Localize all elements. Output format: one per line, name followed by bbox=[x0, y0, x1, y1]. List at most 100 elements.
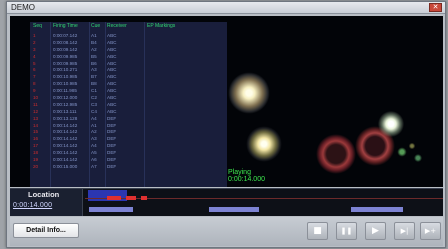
table-cell-seq: 17 bbox=[33, 143, 39, 149]
table-cell-receiver: ABC bbox=[107, 101, 117, 107]
close-button[interactable]: ✕ bbox=[429, 3, 442, 12]
table-cell-receiver: ABC bbox=[107, 67, 117, 73]
table-row[interactable]: 7 0:00:10.985 B7 ABC bbox=[30, 74, 227, 81]
table-row[interactable]: 19 0:00:14.142 A6 DEF bbox=[30, 157, 227, 164]
table-row[interactable]: 4 0:00:09.985 B5 ABC bbox=[30, 54, 227, 61]
table-row[interactable]: 11 0:00:12.985 C3 ABC bbox=[30, 102, 227, 109]
table-row[interactable]: 9 0:00:11.985 C1 ABC bbox=[30, 88, 227, 95]
playback-status: Playing 0:00:14.000 bbox=[228, 169, 265, 183]
table-cell-cue: A6 bbox=[91, 157, 97, 163]
table-cell-time: 0:00:14.142 bbox=[53, 136, 78, 142]
table-cell-time: 0:00:14.142 bbox=[53, 143, 78, 149]
table-cell-time: 0:00:15.000 bbox=[53, 163, 78, 169]
timeline-cue-marker[interactable] bbox=[107, 196, 121, 200]
playback-state: Playing bbox=[228, 169, 251, 176]
table-cell-cue: B7 bbox=[91, 74, 97, 80]
table-cell-receiver: DEF bbox=[107, 150, 117, 156]
timeline-segment[interactable] bbox=[209, 207, 259, 212]
timeline-segment[interactable] bbox=[89, 207, 133, 212]
table-cell-time: 0:00:09.985 bbox=[53, 53, 78, 59]
timeline-segment[interactable] bbox=[351, 207, 403, 212]
table-cell-cue: C1 bbox=[91, 88, 97, 94]
table-cell-time: 0:00:13.128 bbox=[53, 115, 78, 121]
table-cell-cue: A7 bbox=[91, 163, 97, 169]
table-row[interactable]: 6 0:00:10.271 A3 ABC bbox=[30, 67, 227, 74]
table-cell-seq: 10 bbox=[33, 95, 39, 101]
table-cell-receiver: DEF bbox=[107, 143, 117, 149]
table-row[interactable]: 15 0:00:14.142 A2 DEF bbox=[30, 129, 227, 136]
table-cell-seq: 4 bbox=[33, 53, 36, 59]
table-cell-seq: 2 bbox=[33, 39, 36, 45]
header-ep-markings: EP Markings bbox=[147, 23, 176, 29]
firing-table: Seq Firing Time Cue Receiver EP Markings… bbox=[30, 22, 227, 187]
table-cell-seq: 20 bbox=[33, 163, 39, 169]
table-cell-time: 0:00:11.985 bbox=[53, 88, 77, 94]
table-cell-time: 0:00:14.142 bbox=[53, 122, 78, 128]
pause-button[interactable]: ❚❚ bbox=[336, 222, 357, 240]
table-cell-time: 0:00:14.142 bbox=[53, 150, 78, 156]
table-cell-cue: B8 bbox=[91, 81, 97, 87]
timeline-cue-marker[interactable] bbox=[126, 196, 136, 200]
table-cell-receiver: DEF bbox=[107, 115, 117, 121]
table-cell-receiver: ABC bbox=[107, 33, 117, 38]
next-button[interactable]: ▶| bbox=[394, 222, 415, 240]
table-row[interactable]: 8 0:00:10.985 B8 ABC bbox=[30, 81, 227, 88]
firework-burst bbox=[314, 132, 358, 176]
table-cell-seq: 7 bbox=[33, 74, 36, 80]
table-row[interactable]: 18 0:00:14.142 A5 DEF bbox=[30, 150, 227, 157]
play-button[interactable]: ▶ bbox=[365, 222, 386, 240]
simulation-viewport: Seq Firing Time Cue Receiver EP Markings… bbox=[10, 16, 443, 187]
firework-burst bbox=[246, 126, 282, 162]
table-row[interactable]: 16 0:00:14.142 A3 DEF bbox=[30, 136, 227, 143]
table-cell-receiver: ABC bbox=[107, 88, 117, 94]
table-row[interactable]: 10 0:00:12.000 C2 ABC bbox=[30, 95, 227, 102]
table-cell-receiver: ABC bbox=[107, 60, 117, 66]
table-cell-time: 0:00:14.142 bbox=[53, 157, 78, 163]
table-cell-time: 0:00:09.142 bbox=[53, 46, 78, 52]
step-forward-button[interactable]: ▶+ bbox=[420, 222, 441, 240]
table-cell-time: 0:00:07.142 bbox=[53, 33, 78, 38]
table-cell-time: 0:00:13.111 bbox=[53, 108, 77, 114]
table-cell-cue: A4 bbox=[91, 143, 97, 149]
table-row[interactable]: 12 0:00:13.111 C4 ABC bbox=[30, 109, 227, 116]
table-cell-cue: A3 bbox=[91, 136, 97, 142]
table-header: Seq Firing Time Cue Receiver EP Markings bbox=[30, 22, 227, 32]
control-bar: Detail Info... ■ ❚❚ ▶ ▶| ▶+ bbox=[10, 217, 443, 246]
table-cell-seq: 8 bbox=[33, 81, 36, 87]
firework-sparks bbox=[390, 140, 430, 170]
table-row[interactable]: 17 0:00:14.142 A4 DEF bbox=[30, 143, 227, 150]
table-cell-receiver: ABC bbox=[107, 95, 117, 101]
table-row[interactable]: 14 0:00:14.142 A1 DEF bbox=[30, 123, 227, 130]
table-cell-cue: A2 bbox=[91, 46, 97, 52]
table-cell-cue: A2 bbox=[91, 129, 97, 135]
table-cell-cue: B6 bbox=[91, 60, 97, 66]
table-cell-time: 0:00:09.985 bbox=[53, 60, 78, 66]
table-cell-time: 0:00:12.985 bbox=[53, 101, 78, 107]
window-title: DEMO bbox=[11, 3, 35, 12]
table-cell-receiver: DEF bbox=[107, 122, 117, 128]
table-cell-cue: B4 bbox=[91, 39, 97, 45]
table-cell-receiver: DEF bbox=[107, 136, 117, 142]
table-cell-cue: C3 bbox=[91, 101, 97, 107]
timeline-track[interactable] bbox=[85, 189, 443, 216]
table-cell-receiver: ABC bbox=[107, 39, 117, 45]
table-cell-seq: 19 bbox=[33, 157, 39, 163]
table-row[interactable]: 5 0:00:09.985 B6 ABC bbox=[30, 61, 227, 68]
timeline-waveform bbox=[85, 198, 443, 199]
table-cell-time: 0:00:12.000 bbox=[53, 95, 78, 101]
table-row[interactable]: 13 0:00:13.128 A4 DEF bbox=[30, 116, 227, 123]
table-cell-time: 0:00:10.271 bbox=[53, 67, 78, 73]
table-row[interactable]: 2 0:00:08.142 B4 ABC bbox=[30, 40, 227, 47]
location-value[interactable]: 0:00:14.000 bbox=[13, 202, 52, 209]
table-cell-time: 0:00:10.985 bbox=[53, 81, 78, 87]
table-cell-seq: 18 bbox=[33, 150, 39, 156]
table-cell-receiver: ABC bbox=[107, 53, 117, 59]
table-row[interactable]: 20 0:00:15.000 A7 DEF bbox=[30, 164, 227, 171]
playback-time: 0:00:14.000 bbox=[228, 176, 265, 183]
table-row[interactable]: 1 0:00:07.142 A1 ABC bbox=[30, 33, 227, 40]
table-cell-receiver: DEF bbox=[107, 163, 117, 169]
detail-info-button[interactable]: Detail Info... bbox=[13, 223, 79, 238]
timeline-cue-marker[interactable] bbox=[141, 196, 147, 200]
stop-button[interactable]: ■ bbox=[307, 222, 328, 240]
table-row[interactable]: 3 0:00:09.142 A2 ABC bbox=[30, 47, 227, 54]
